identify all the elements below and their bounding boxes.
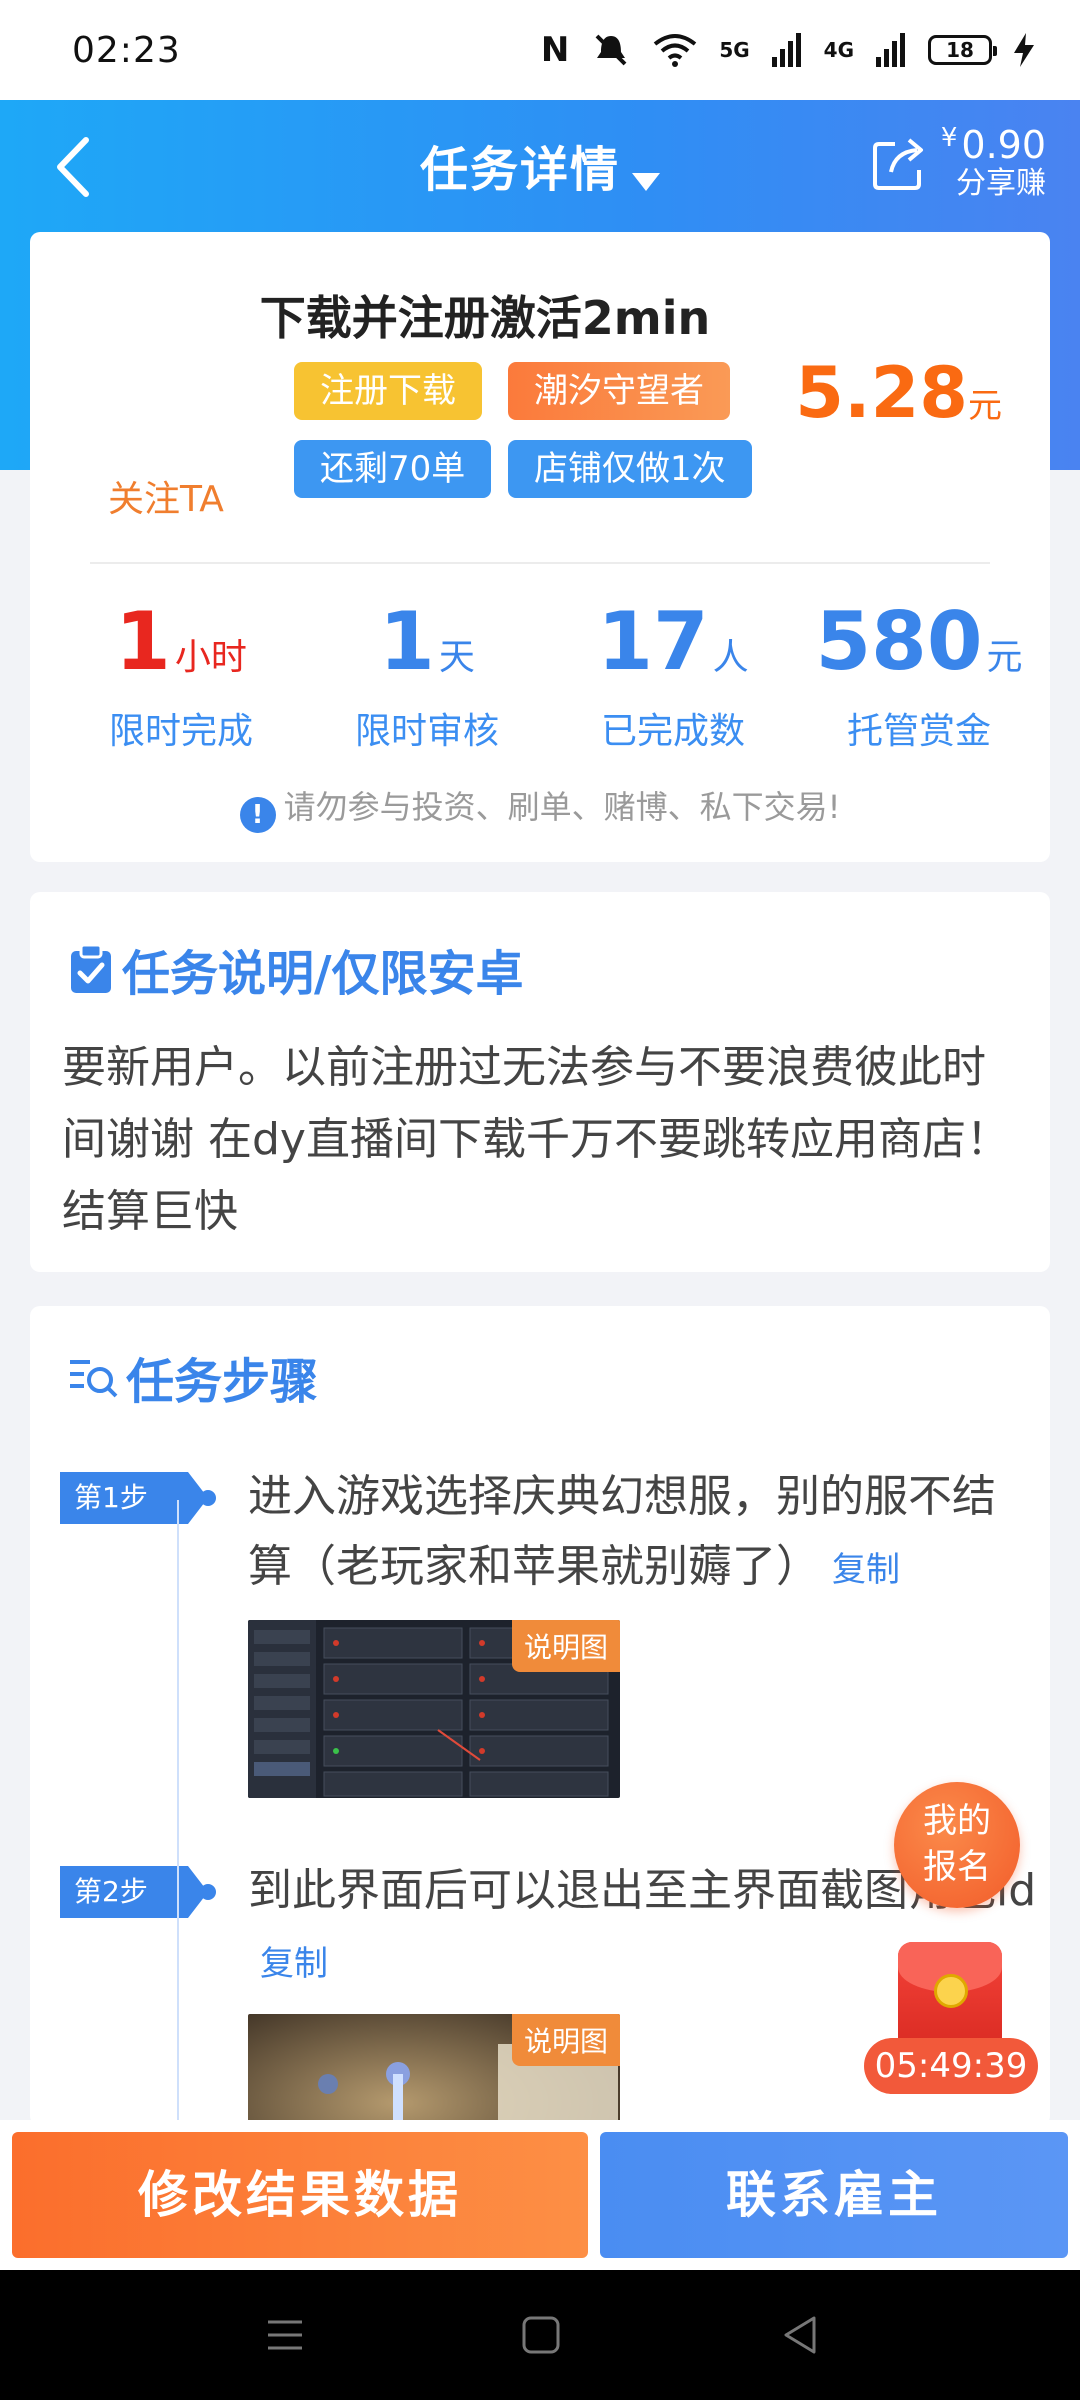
stat-review-limit: 1天 限时审核 <box>354 595 499 753</box>
battery-icon: 18 <box>928 35 997 65</box>
task-title: 下载并注册激活2min <box>259 291 711 345</box>
description-title: 任务说明/仅限安卓 <box>68 934 524 1004</box>
my-signup-button[interactable]: 我的 报名 <box>894 1782 1020 1908</box>
tag-remaining: 还剩70单 <box>294 440 492 498</box>
signal-bars-icon <box>771 33 801 67</box>
step-1-text: 进入游戏选择庆典幻想服，别的服不结算（老玩家和苹果就别薅了） 复制 <box>248 1471 996 1592</box>
signal-5g-icon: 5G <box>719 38 750 62</box>
contact-employer-button[interactable]: 联系雇主 <box>600 2132 1068 2258</box>
task-description-card: 任务说明/仅限安卓 要新用户。以前注册过无法参与不要浪费彼此时间谢谢 在dy直播… <box>30 892 1050 1272</box>
home-icon[interactable] <box>516 2310 566 2360</box>
top-nav-bar: 任务详情 ¥0.90 分享赚 <box>0 100 1080 230</box>
list-search-icon <box>70 1360 118 1398</box>
steps-timeline <box>177 1500 179 2130</box>
wifi-icon <box>654 34 697 67</box>
task-price: 5.28元 <box>795 352 1002 434</box>
stat-time-limit: 1 小时 限时完成 <box>108 595 253 753</box>
follow-button[interactable]: 关注TA <box>108 470 224 522</box>
nfc-icon: N <box>540 30 570 70</box>
page-title: 任务详情 <box>419 142 620 198</box>
caret-down-icon <box>632 172 660 191</box>
status-time: 02:23 <box>72 29 181 71</box>
red-packet-icon[interactable] <box>898 1942 1002 2052</box>
share-label: 分享赚 <box>956 165 1046 201</box>
tag-register-download: 注册下载 <box>294 362 482 420</box>
signal-4g-icon: 4G <box>823 38 854 62</box>
stat-escrow-reward: 580 元 托管赏金 <box>815 595 1023 753</box>
share-icon <box>872 138 923 191</box>
divider <box>90 562 990 564</box>
steps-title: 任务步骤 <box>68 1342 318 1412</box>
system-nav-bar <box>0 2270 1080 2400</box>
exclamation-icon: ! <box>239 797 276 833</box>
step-1-image[interactable]: 说明图 <box>248 1620 620 1798</box>
clipboard-check-icon <box>71 943 111 993</box>
status-bar: 02:23 N 5G 4G 18 <box>0 0 1080 100</box>
step-1-image-tag: 说明图 <box>511 1620 620 1672</box>
step-2-image-tag: 说明图 <box>511 2014 620 2066</box>
step-2-dot <box>200 1884 216 1900</box>
back-nav-icon[interactable] <box>776 2310 826 2360</box>
mute-icon <box>595 34 627 66</box>
charging-icon <box>1014 33 1034 67</box>
modify-result-button[interactable]: 修改结果数据 <box>12 2132 588 2258</box>
warning-notice: ! 请勿参与投资、刷单、赌博、私下交易! <box>30 782 1050 833</box>
tag-shop-limit: 店铺仅做1次 <box>508 440 752 498</box>
share-amount: ¥0.90 <box>940 123 1046 167</box>
step-2-badge: 第2步 <box>60 1866 208 1918</box>
share-earn-button[interactable]: ¥0.90 分享赚 <box>871 123 1046 201</box>
stat-completed-count: 17 人 已完成数 <box>597 595 749 753</box>
step-2-image[interactable]: 说明图 <box>248 2014 620 2126</box>
status-icons: N 5G 4G 18 <box>541 30 1034 70</box>
tag-game-name: 潮汐守望者 <box>508 362 730 420</box>
task-steps-card: 任务步骤 第1步 进入游戏选择庆典幻想服，别的服不结算（老玩家和苹果就别薅了）复… <box>30 1306 1050 2126</box>
countdown-timer: 05:49:39 <box>864 2038 1038 2094</box>
description-text: 要新用户。以前注册过无法参与不要浪费彼此时间谢谢 在dy直播间下载千万不要跳转应… <box>62 1042 1010 1237</box>
bottom-action-bar: 修改结果数据 联系雇主 <box>0 2120 1080 2270</box>
menu-icon[interactable] <box>260 2310 310 2360</box>
share-text: ¥0.90 分享赚 <box>940 123 1046 201</box>
task-info-card: 下载并注册激活2min 注册下载 潮汐守望者 还剩70单 店铺仅做1次 5.28… <box>30 232 1050 862</box>
step-1-dot <box>200 1490 216 1506</box>
step-1-badge: 第1步 <box>60 1472 208 1524</box>
step-1-copy-button[interactable]: 复制 <box>832 1550 900 1590</box>
signal-bars-icon-2 <box>876 33 905 67</box>
step-2-copy-button[interactable]: 复制 <box>260 1944 328 1984</box>
